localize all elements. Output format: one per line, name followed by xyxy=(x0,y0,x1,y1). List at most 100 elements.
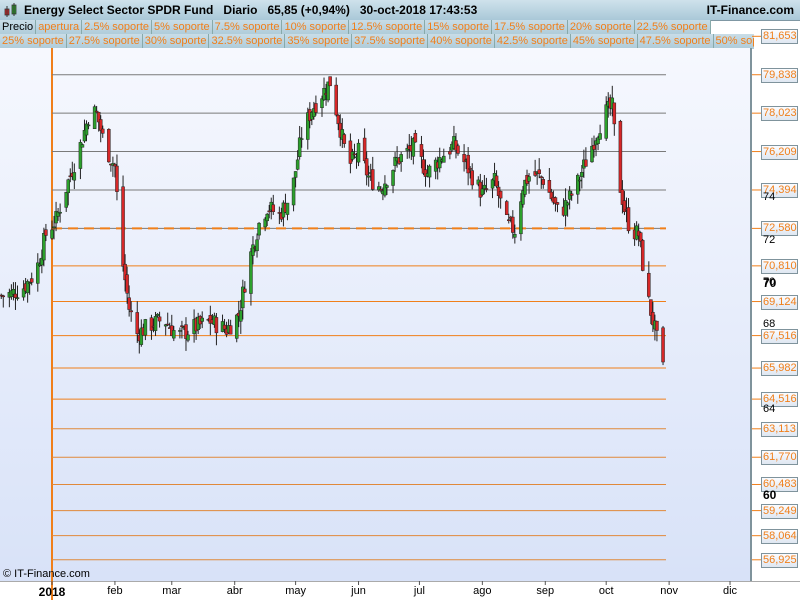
candle-down xyxy=(364,158,369,176)
candle-down xyxy=(271,204,276,212)
candle-up xyxy=(527,176,531,182)
candle-down xyxy=(507,219,511,221)
candle-up xyxy=(291,177,296,206)
x-tick-label: jul xyxy=(413,585,425,597)
candle-up xyxy=(15,297,20,299)
candle-up xyxy=(350,151,355,160)
candle-up xyxy=(72,172,77,181)
x-tick-label: oct xyxy=(598,585,614,597)
x-tick-label: 2018 xyxy=(38,585,66,599)
candle-down xyxy=(468,168,472,170)
candle-down xyxy=(362,137,367,161)
candle-up xyxy=(578,179,582,182)
candle-up xyxy=(285,202,290,215)
candle-up xyxy=(580,172,584,177)
candle-up xyxy=(50,229,54,239)
candle-down xyxy=(379,188,383,191)
candle-down xyxy=(149,317,154,331)
candle-down xyxy=(638,232,643,242)
candle-down xyxy=(13,293,18,298)
candle-up xyxy=(42,233,46,261)
candle-down xyxy=(626,207,631,232)
candle-up xyxy=(576,174,580,195)
y-tick-label: 68 xyxy=(763,318,776,331)
candle-up xyxy=(178,330,182,332)
candle-down xyxy=(222,324,227,330)
candle-down xyxy=(165,323,170,326)
candle-up xyxy=(427,165,432,178)
candle-up xyxy=(257,222,261,236)
candle-down xyxy=(29,278,34,283)
candle-down xyxy=(157,316,162,322)
candle-down xyxy=(618,120,623,193)
candle-down xyxy=(228,325,233,335)
support-price-label: 61,770 xyxy=(761,450,798,466)
candle-down xyxy=(569,193,574,196)
candle-up xyxy=(153,316,158,331)
candle-down xyxy=(466,154,470,174)
y-tick-label-bold: 60 xyxy=(763,487,777,502)
candle-up xyxy=(366,175,371,178)
candle-up xyxy=(295,159,300,170)
candle-up xyxy=(186,334,190,341)
candle-up xyxy=(255,239,259,252)
candle-up xyxy=(52,226,56,229)
support-price-label: 79,838 xyxy=(761,67,798,83)
candle-up xyxy=(513,234,517,238)
candle-up xyxy=(480,188,485,196)
copyright: © IT-Finance.com xyxy=(3,568,90,580)
candle-down xyxy=(342,134,347,144)
candle-down xyxy=(640,240,645,271)
candle-up xyxy=(437,157,442,169)
candle-down xyxy=(127,297,131,310)
candle-down xyxy=(314,103,318,113)
candle-down xyxy=(135,312,140,335)
candle-up xyxy=(172,330,176,339)
candle-down xyxy=(494,175,499,187)
candle-down xyxy=(537,169,541,174)
candle-down xyxy=(334,84,338,116)
candle-up xyxy=(598,133,602,140)
candle-up xyxy=(519,201,523,235)
candle-down xyxy=(547,180,552,193)
candle-up xyxy=(399,154,403,163)
candle-down xyxy=(129,310,133,313)
candle-down xyxy=(612,102,617,125)
candle-up xyxy=(86,124,91,127)
x-tick-label: feb xyxy=(107,585,123,597)
candle-up xyxy=(11,289,16,295)
candle-up xyxy=(239,310,243,322)
candle-up xyxy=(155,313,160,316)
candle-down xyxy=(336,115,340,125)
candle-up xyxy=(66,179,70,194)
candle-up xyxy=(356,142,361,163)
support-price-label: 56,925 xyxy=(761,552,798,568)
candle-up xyxy=(293,171,298,178)
candle-down xyxy=(584,159,588,167)
candle-down xyxy=(470,170,474,186)
candle-up xyxy=(234,314,239,339)
x-tick-label: may xyxy=(285,585,306,597)
candle-down xyxy=(214,317,219,334)
candle-up xyxy=(391,170,395,186)
candle-down xyxy=(328,76,332,87)
candle-up xyxy=(442,155,446,163)
y-tick-label: 72 xyxy=(763,233,776,246)
candle-up xyxy=(58,211,62,214)
support-price-label: 63,113 xyxy=(761,421,798,437)
candle-down xyxy=(484,188,489,190)
support-price-label: 78,023 xyxy=(761,106,798,122)
candle-down xyxy=(647,272,651,297)
candle-down xyxy=(115,165,119,192)
candle-down xyxy=(243,288,247,293)
support-price-label: 58,064 xyxy=(761,528,798,544)
support-price-label: 65,982 xyxy=(761,361,798,377)
support-price-label: 67,516 xyxy=(761,328,798,344)
x-tick-label: dic xyxy=(722,585,738,597)
candle-down xyxy=(121,186,125,267)
candle-up xyxy=(604,104,608,139)
candle-down xyxy=(94,110,99,113)
candle-up xyxy=(490,179,495,189)
candle-down xyxy=(101,128,105,134)
candle-up xyxy=(265,213,269,222)
